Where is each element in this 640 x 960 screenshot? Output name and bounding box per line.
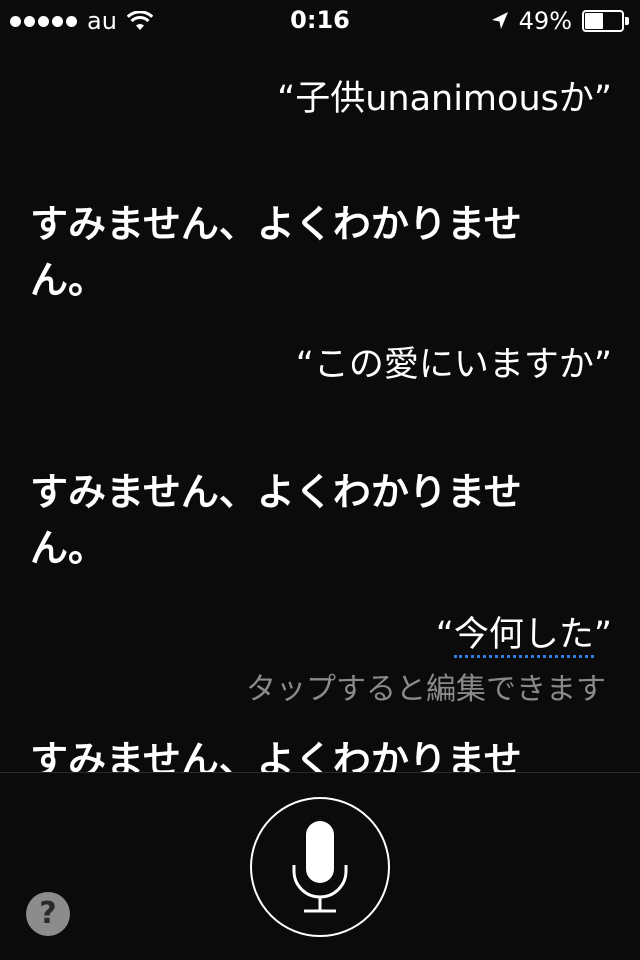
editable-query-text[interactable]: 今何した	[453, 615, 594, 658]
microphone-icon	[292, 821, 348, 913]
siri-reply-2: すみません、よくわかりません。	[30, 470, 522, 570]
status-right: 49%	[491, 8, 630, 34]
battery-percent: 49%	[518, 7, 572, 35]
battery-icon	[582, 10, 630, 32]
tap-to-edit-hint: タップすると編集できます	[246, 672, 606, 707]
help-button[interactable]: ?	[26, 892, 70, 936]
status-bar: au 0:16 49%	[0, 0, 640, 40]
user-query-2: “この愛にいますか”	[295, 345, 612, 385]
quote-open: “	[435, 615, 454, 655]
siri-reply-3: すみません、よくわかりません。	[30, 738, 522, 772]
conversation-area[interactable]: “子供unanimousか” すみません、よくわかりません。 “この愛にいますか…	[0, 40, 640, 772]
divider	[0, 772, 640, 773]
siri-screen: au 0:16 49% “子供unanimousか” すみません、よくわかりませ…	[0, 0, 640, 960]
battery-fill	[585, 13, 603, 29]
user-query-3[interactable]: “今何した”	[435, 606, 612, 658]
quote-close: ”	[593, 615, 612, 655]
location-arrow-icon	[491, 12, 508, 29]
siri-reply-1: すみません、よくわかりません。	[30, 202, 522, 302]
user-query-1: “子供unanimousか”	[277, 79, 612, 119]
microphone-button[interactable]	[250, 797, 390, 937]
